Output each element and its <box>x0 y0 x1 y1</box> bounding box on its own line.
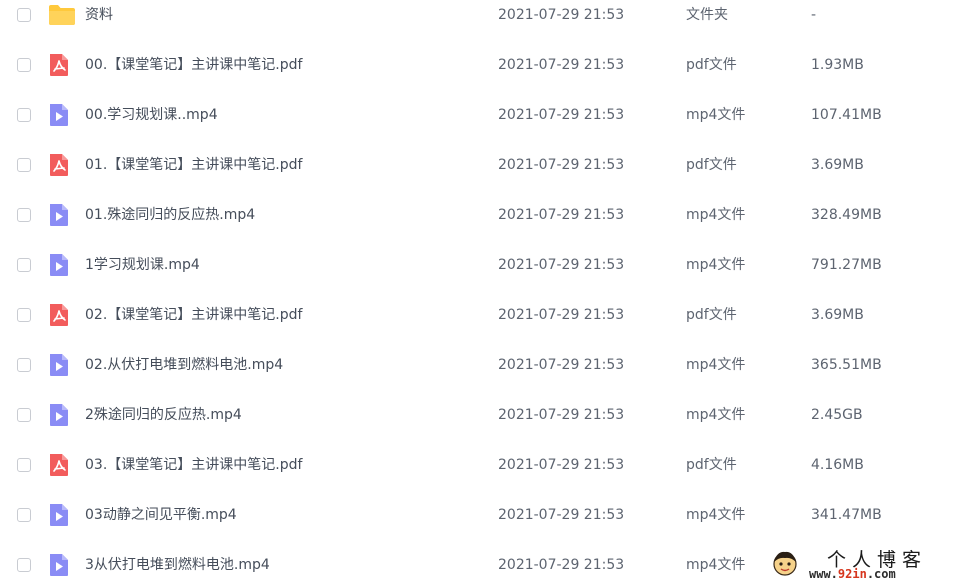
video-icon <box>48 203 70 227</box>
file-list: 资料 2021-07-29 21:53 文件夹 - 00.【课堂笔记】主讲课中笔… <box>0 0 960 587</box>
list-item[interactable]: 00.学习规划课..mp4 2021-07-29 21:53 mp4文件 107… <box>0 100 960 150</box>
row-checkbox[interactable] <box>17 108 31 122</box>
file-type: pdf文件 <box>686 307 737 323</box>
modified-date: 2021-07-29 21:53 <box>498 507 625 523</box>
row-checkbox[interactable] <box>17 258 31 272</box>
list-item[interactable]: 2殊途同归的反应热.mp4 2021-07-29 21:53 mp4文件 2.4… <box>0 400 960 450</box>
file-size: 1.93MB <box>811 57 864 73</box>
file-name[interactable]: 3从伏打电堆到燃料电池.mp4 <box>85 554 270 576</box>
video-icon <box>48 553 70 577</box>
file-name[interactable]: 1学习规划课.mp4 <box>85 254 200 276</box>
file-size: 107.41MB <box>811 107 882 123</box>
file-size: 365.51MB <box>811 357 882 373</box>
row-checkbox[interactable] <box>17 8 31 22</box>
modified-date: 2021-07-29 21:53 <box>498 307 625 323</box>
video-icon <box>48 353 70 377</box>
row-checkbox[interactable] <box>17 458 31 472</box>
file-size: 3.69MB <box>811 307 864 323</box>
file-size: 2.45GB <box>811 407 863 423</box>
watermark-url: www.92in.com <box>809 567 896 581</box>
modified-date: 2021-07-29 21:53 <box>498 57 625 73</box>
row-checkbox[interactable] <box>17 58 31 72</box>
file-name[interactable]: 02.【课堂笔记】主讲课中笔记.pdf <box>85 304 302 326</box>
file-name[interactable]: 03.【课堂笔记】主讲课中笔记.pdf <box>85 454 302 476</box>
row-checkbox[interactable] <box>17 558 31 572</box>
file-type: pdf文件 <box>686 457 737 473</box>
pdf-icon <box>48 453 70 477</box>
modified-date: 2021-07-29 21:53 <box>498 7 625 23</box>
row-checkbox[interactable] <box>17 208 31 222</box>
file-name[interactable]: 01.殊途同归的反应热.mp4 <box>85 204 255 226</box>
file-type: mp4文件 <box>686 557 746 573</box>
video-icon <box>48 103 70 127</box>
list-item[interactable]: 02.从伏打电堆到燃料电池.mp4 2021-07-29 21:53 mp4文件… <box>0 350 960 400</box>
file-size: - <box>811 7 817 23</box>
list-item[interactable]: 03.【课堂笔记】主讲课中笔记.pdf 2021-07-29 21:53 pdf… <box>0 450 960 500</box>
modified-date: 2021-07-29 21:53 <box>498 257 625 273</box>
file-size: 341.47MB <box>811 507 882 523</box>
file-name[interactable]: 01.【课堂笔记】主讲课中笔记.pdf <box>85 154 302 176</box>
row-checkbox[interactable] <box>17 408 31 422</box>
file-size: 3.69MB <box>811 157 864 173</box>
modified-date: 2021-07-29 21:53 <box>498 557 625 573</box>
file-type: mp4文件 <box>686 257 746 273</box>
row-checkbox[interactable] <box>17 308 31 322</box>
file-type: mp4文件 <box>686 207 746 223</box>
modified-date: 2021-07-29 21:53 <box>498 107 625 123</box>
watermark-url-prefix: www. <box>809 567 838 581</box>
file-type: mp4文件 <box>686 407 746 423</box>
list-item[interactable]: 00.【课堂笔记】主讲课中笔记.pdf 2021-07-29 21:53 pdf… <box>0 50 960 100</box>
watermark-url-suffix: .com <box>866 567 896 581</box>
video-icon <box>48 503 70 527</box>
file-type: mp4文件 <box>686 107 746 123</box>
file-name[interactable]: 03动静之间见平衡.mp4 <box>85 504 237 526</box>
list-item[interactable]: 02.【课堂笔记】主讲课中笔记.pdf 2021-07-29 21:53 pdf… <box>0 300 960 350</box>
file-type: pdf文件 <box>686 157 737 173</box>
file-name[interactable]: 02.从伏打电堆到燃料电池.mp4 <box>85 354 283 376</box>
mascot-face-icon <box>771 549 799 577</box>
file-type: pdf文件 <box>686 57 737 73</box>
modified-date: 2021-07-29 21:53 <box>498 457 625 473</box>
row-checkbox[interactable] <box>17 358 31 372</box>
pdf-icon <box>48 303 70 327</box>
list-item[interactable]: 资料 2021-07-29 21:53 文件夹 - <box>0 0 960 50</box>
file-name[interactable]: 2殊途同归的反应热.mp4 <box>85 404 242 426</box>
pdf-icon <box>48 53 70 77</box>
video-icon <box>48 403 70 427</box>
modified-date: 2021-07-29 21:53 <box>498 407 625 423</box>
list-item[interactable]: 01.【课堂笔记】主讲课中笔记.pdf 2021-07-29 21:53 pdf… <box>0 150 960 200</box>
file-size: 4.16MB <box>811 457 864 473</box>
file-name[interactable]: 资料 <box>85 4 113 26</box>
file-name[interactable]: 00.【课堂笔记】主讲课中笔记.pdf <box>85 54 302 76</box>
modified-date: 2021-07-29 21:53 <box>498 207 625 223</box>
file-type: mp4文件 <box>686 357 746 373</box>
file-name[interactable]: 00.学习规划课..mp4 <box>85 104 218 126</box>
video-icon <box>48 253 70 277</box>
file-size: 791.27MB <box>811 257 882 273</box>
modified-date: 2021-07-29 21:53 <box>498 357 625 373</box>
blog-watermark: 个人博客 www.92in.com <box>765 543 960 587</box>
list-item[interactable]: 1学习规划课.mp4 2021-07-29 21:53 mp4文件 791.27… <box>0 250 960 300</box>
list-item[interactable]: 01.殊途同归的反应热.mp4 2021-07-29 21:53 mp4文件 3… <box>0 200 960 250</box>
file-type: 文件夹 <box>686 7 728 23</box>
pdf-icon <box>48 153 70 177</box>
folder-icon <box>48 3 75 27</box>
row-checkbox[interactable] <box>17 158 31 172</box>
row-checkbox[interactable] <box>17 508 31 522</box>
watermark-url-accent: 92in <box>837 567 867 581</box>
file-size: 328.49MB <box>811 207 882 223</box>
file-type: mp4文件 <box>686 507 746 523</box>
modified-date: 2021-07-29 21:53 <box>498 157 625 173</box>
